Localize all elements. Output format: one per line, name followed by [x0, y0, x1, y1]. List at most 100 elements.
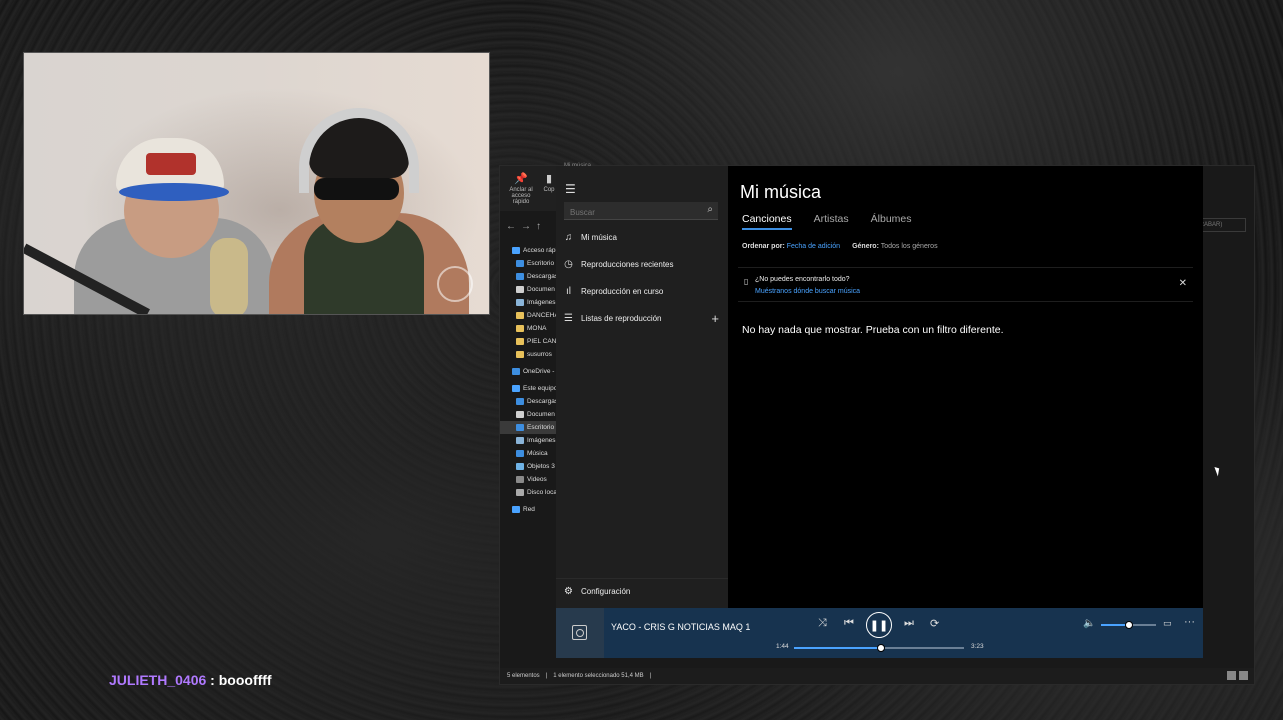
explorer-ribbon: 📌 Anclar al acceso rápido ▮ Cop	[500, 166, 557, 211]
tree-item-label: Escritorio	[527, 424, 555, 431]
tree-item[interactable]: DANCEHA	[500, 309, 557, 322]
tree-item[interactable]: Documen	[500, 408, 557, 421]
shuffle-icon[interactable]: ⤨	[818, 617, 827, 630]
playlist-icon: ☰	[564, 312, 573, 324]
tab-songs[interactable]: Canciones	[742, 213, 792, 230]
search-input[interactable]	[564, 203, 694, 222]
sort-filter[interactable]: Ordenar por: Fecha de adición	[742, 243, 840, 250]
tree-item[interactable]: Descargas	[500, 395, 557, 408]
tree-item[interactable]: PIEL CAN	[500, 335, 557, 348]
tree-item[interactable]: MONA	[500, 322, 557, 335]
repeat-icon[interactable]: ⟳	[930, 617, 939, 630]
chat-username: JULIETH_0406	[109, 672, 207, 688]
pause-icon[interactable]: ❚❚	[866, 612, 892, 638]
nav-recent-label: Reproducciones recientes	[581, 259, 674, 269]
tree-item[interactable]: Música	[500, 447, 557, 460]
genre-value: Todos los géneros	[880, 243, 938, 250]
tree-item-label: OneDrive -	[523, 368, 555, 375]
tree-item[interactable]: Disco loca	[500, 486, 557, 499]
forward-arrow-icon[interactable]: →	[521, 221, 531, 232]
equalizer-icon: ıl	[566, 285, 571, 297]
tree-item[interactable]: Imágenes	[500, 434, 557, 447]
folder-icon	[516, 398, 524, 405]
search-icon[interactable]: ⌕	[707, 204, 713, 215]
tree-item[interactable]: Escritorio	[500, 257, 557, 270]
up-arrow-icon[interactable]: ↑	[536, 221, 541, 232]
tree-item-label: DANCEHA	[527, 312, 557, 319]
notice-title: ¿No puedes encontrarlo todo?	[755, 276, 850, 283]
folder-icon	[516, 312, 524, 319]
details-view-icon[interactable]	[1227, 671, 1236, 680]
mini-view-icon[interactable]: ▭	[1163, 618, 1172, 629]
explorer-status-bar: 5 elementos | 1 elemento seleccionado 51…	[500, 668, 1254, 684]
folder-icon	[512, 506, 520, 513]
tree-item[interactable]: Objetos 3	[500, 460, 557, 473]
pin-icon: 📌	[514, 173, 528, 185]
tree-item[interactable]: Escritorio	[500, 421, 557, 434]
now-playing-title[interactable]: YACO - CRIS G NOTICIAS MAQ 1	[611, 622, 750, 632]
nav-now-playing[interactable]: ıl Reproducción en curso	[556, 280, 728, 302]
tree-item[interactable]: Este equipo	[500, 382, 557, 395]
folder-icon	[516, 437, 524, 444]
tree-item-label: Acceso rápi	[523, 247, 557, 254]
view-toggle-group	[1227, 671, 1248, 680]
tree-item[interactable]: Videos	[500, 473, 557, 486]
headphones	[299, 108, 419, 193]
nav-my-music[interactable]: ♫ Mi música	[556, 226, 728, 248]
hamburger-icon[interactable]: ☰	[565, 182, 576, 196]
genre-filter[interactable]: Género: Todos los géneros	[852, 243, 938, 250]
previous-icon[interactable]: ⏮	[844, 617, 854, 630]
folder-icon	[516, 411, 524, 418]
folder-icon	[516, 476, 524, 483]
tree-item[interactable]: Documen	[500, 283, 557, 296]
tree-item[interactable]: Imágenes	[500, 296, 557, 309]
status-divider: |	[649, 673, 652, 679]
elapsed-time: 1:44	[776, 643, 789, 650]
tab-artists[interactable]: Artistas	[814, 213, 849, 230]
next-icon[interactable]: ⏭	[904, 617, 914, 630]
folder-icon	[516, 450, 524, 457]
nav-recent[interactable]: ◷ Reproducciones recientes	[556, 253, 728, 275]
copy-label: Cop	[543, 187, 555, 193]
seek-bar[interactable]	[794, 644, 964, 652]
volume-slider[interactable]	[1101, 621, 1156, 629]
tiles-view-icon[interactable]	[1239, 671, 1248, 680]
notice-link[interactable]: Muéstranos dónde buscar música	[755, 288, 860, 295]
folder-icon	[516, 351, 524, 358]
page-title: Mi música	[740, 182, 822, 202]
album-art-container	[556, 608, 604, 658]
tree-item-label: Música	[527, 450, 548, 457]
gear-icon: ⚙	[564, 586, 573, 597]
tree-item-label: MONA	[527, 325, 547, 332]
tree-item[interactable]: OneDrive -	[500, 365, 557, 378]
nav-playlists[interactable]: ☰ Listas de reproducción +	[556, 307, 728, 329]
copy-button[interactable]: ▮ Cop	[542, 172, 556, 193]
folder-icon	[516, 424, 524, 431]
tree-item[interactable]: susurros	[500, 348, 557, 361]
chat-message: JULIETH_0406 : boooffff	[109, 672, 272, 688]
tab-albums[interactable]: Álbumes	[871, 213, 912, 230]
seek-bar-thumb[interactable]	[876, 644, 885, 652]
pin-quick-access-button[interactable]: 📌 Anclar al acceso rápido	[504, 172, 538, 205]
back-arrow-icon[interactable]: ←	[506, 221, 516, 232]
status-selection: 1 elemento seleccionado 51,4 MB	[553, 673, 644, 679]
player-bar: YACO - CRIS G NOTICIAS MAQ 1 ⤨ ⏮ ❚❚ ⏭ ⟳ …	[556, 608, 1203, 658]
cap-logo	[146, 153, 196, 175]
album-art-icon[interactable]	[572, 625, 587, 640]
tree-item[interactable]: Descargas	[500, 270, 557, 283]
close-icon[interactable]: ✕	[1179, 278, 1187, 289]
volume-icon[interactable]: 🔈	[1083, 618, 1095, 629]
folder-icon	[516, 286, 524, 293]
volume-slider-thumb[interactable]	[1124, 621, 1133, 629]
plus-icon[interactable]: +	[711, 311, 719, 326]
tree-item-label: Imágenes	[527, 437, 556, 444]
nav-settings[interactable]: ⚙ Configuración	[556, 578, 728, 604]
tree-item[interactable]: Red	[500, 503, 557, 516]
microphone	[210, 238, 248, 314]
tree-item-label: Descargas	[527, 398, 557, 405]
more-icon[interactable]: ···	[1184, 616, 1195, 628]
sort-value: Fecha de adición	[786, 243, 841, 250]
tree-item[interactable]: Acceso rápi	[500, 244, 557, 257]
music-note-icon: ♫	[564, 231, 573, 243]
copy-icon: ▮	[545, 173, 553, 185]
